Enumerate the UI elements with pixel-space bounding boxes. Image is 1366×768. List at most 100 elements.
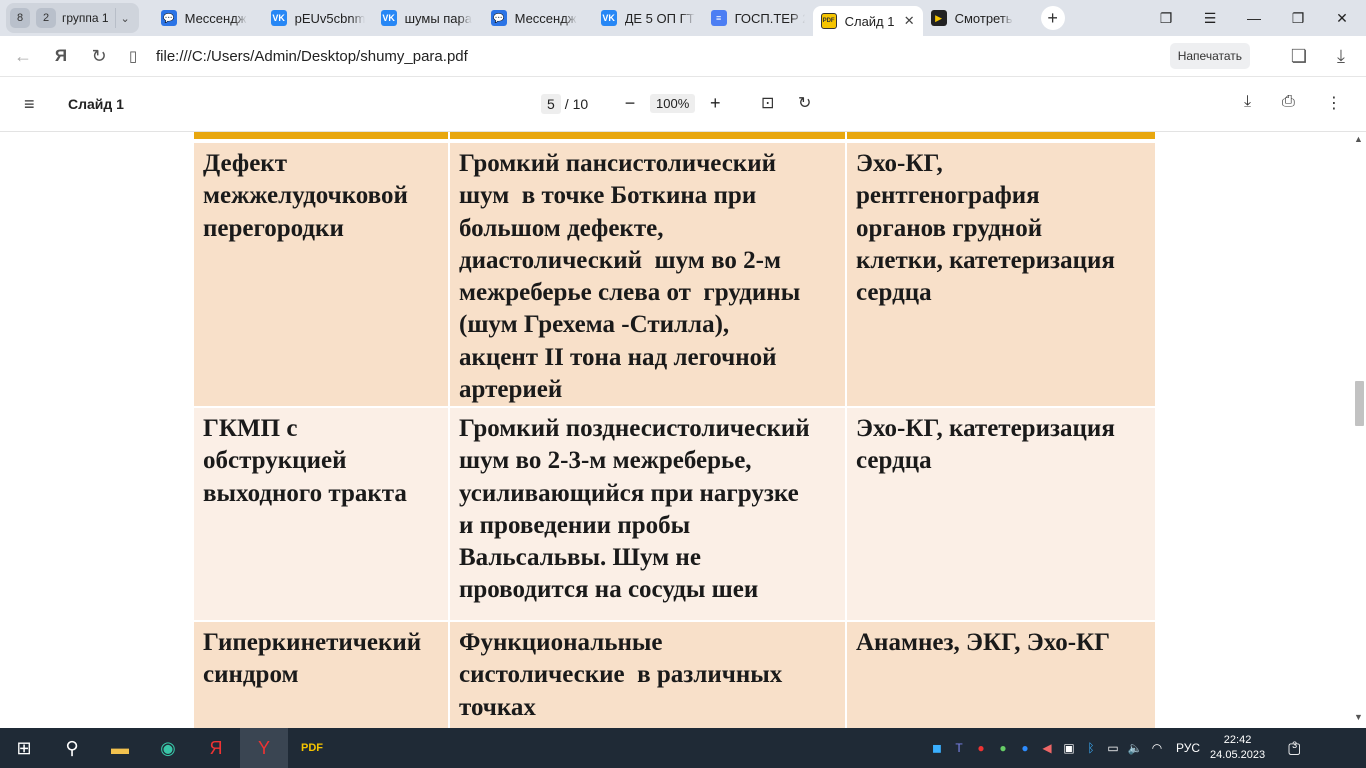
cell-text-line: органов грудной: [856, 214, 1043, 242]
table-cell-condition: Гиперкинетичекий синдром: [194, 622, 450, 728]
download-icon[interactable]: ⤓: [1326, 41, 1356, 71]
tab-title: Смотреть: [954, 10, 1013, 26]
torrent-icon[interactable]: ●: [993, 741, 1013, 755]
language-indicator[interactable]: РУС: [1176, 741, 1200, 755]
menu-icon[interactable]: ☰: [1188, 0, 1232, 36]
url-text[interactable]: file:///C:/Users/Admin/Desktop/shumy_par…: [156, 48, 468, 65]
cell-text-line: рентгенография: [856, 182, 1040, 210]
cell-text-line: Функциональные: [459, 629, 663, 656]
cell-text-line: Эхо-КГ,: [856, 150, 943, 177]
cell-text-line: проводится на сосуды шеи: [459, 576, 759, 604]
tab-messenger-2[interactable]: 💬 Мессендж: [483, 3, 593, 33]
edge-browser-icon[interactable]: ◉: [144, 728, 192, 768]
tab-video[interactable]: ▶ Смотреть: [923, 3, 1033, 33]
new-tab-button[interactable]: +: [1040, 6, 1065, 30]
file-icon: ▯: [128, 48, 138, 65]
pdf-app-icon[interactable]: PDF: [288, 728, 336, 768]
hamburger-menu-icon[interactable]: ≡: [24, 94, 35, 115]
yandex-logo-icon[interactable]: Я: [46, 41, 76, 71]
security-icon[interactable]: ▣: [1059, 741, 1079, 755]
vk-icon: VK: [270, 10, 287, 26]
rotate-icon[interactable]: ↻: [798, 93, 811, 113]
tab-docs[interactable]: ≡ ГОСП.ТЕР 2: [703, 3, 813, 33]
pdf-viewer[interactable]: Дефект межжелудочковой перегородки Громкий…: [0, 132, 1366, 728]
clock-time: 22:42: [1223, 734, 1252, 746]
tab-title: ДЕ 5 ОП ГТ: [624, 10, 695, 26]
zoom-out-button[interactable]: −: [620, 93, 640, 114]
tab-title: Слайд 1: [844, 13, 895, 29]
cell-text-line: большом дефекте,: [459, 214, 664, 242]
zoom-app-icon[interactable]: ●: [1015, 741, 1035, 755]
pdf-icon: PDF: [820, 13, 837, 29]
scroll-thumb[interactable]: [1355, 381, 1364, 426]
tab-title: pEUv5cbnm: [294, 10, 365, 26]
page-number-input[interactable]: 5: [541, 94, 561, 114]
tray-app-icon[interactable]: ◼: [927, 741, 947, 755]
page-indicator: 5 / 10: [541, 94, 588, 114]
collections-icon[interactable]: ❏: [1284, 41, 1314, 71]
close-tab-icon[interactable]: ✕: [904, 13, 915, 29]
print-button[interactable]: Напечатать: [1169, 43, 1250, 69]
tab-vk-3[interactable]: VK ДЕ 5 ОП ГТ: [593, 3, 703, 33]
download-pdf-icon[interactable]: ⤓: [1244, 93, 1251, 111]
scroll-up-arrow-icon[interactable]: ▲: [1354, 134, 1363, 144]
tab-vk-2[interactable]: VK шумы пара: [373, 3, 483, 33]
minimize-button[interactable]: —: [1232, 0, 1276, 36]
cell-text-line: диастолический шум во 2-м: [459, 246, 781, 274]
windows-taskbar: ⊞ ⚲ ▬ ◉ Я Y PDF ◼ T ● ● ● ◀ ▣ ᛒ ▭ 🔈 ◠ РУ…: [0, 728, 1366, 768]
back-arrow-icon[interactable]: ←: [8, 41, 38, 71]
restore-button[interactable]: ❐: [1276, 0, 1320, 36]
search-icon[interactable]: ⚲: [48, 728, 96, 768]
cell-text-line: (шум Грехема -Стилла),: [459, 311, 730, 339]
group-number-badge: 2: [36, 8, 56, 28]
yandex-tray-icon[interactable]: ●: [971, 741, 991, 755]
address-bar: ← Я ↻ ▯ file:///C:/Users/Admin/Desktop/s…: [0, 36, 1366, 77]
volume-icon[interactable]: 🔈: [1125, 741, 1145, 755]
cell-text-line: межжелудочковой: [203, 182, 408, 210]
battery-icon[interactable]: ▭: [1103, 741, 1123, 755]
alert-icon[interactable]: ◀: [1037, 741, 1057, 755]
cell-text-line: Дефект: [203, 150, 287, 177]
cell-text-line: Гиперкинетичекий: [203, 629, 422, 656]
tab-title: Мессендж: [514, 10, 577, 26]
tab-group[interactable]: 8 2 группа 1 ⌄: [6, 3, 139, 33]
page-total: / 10: [564, 96, 589, 112]
cell-text-line: Громкий позднесистолический: [459, 415, 810, 442]
table-cell-condition: ГКМП с обструкцией выходного тракта: [194, 408, 450, 622]
yandex-app-icon[interactable]: Я: [192, 728, 240, 768]
windows-start-icon[interactable]: ⊞: [0, 728, 48, 768]
table-cell-diagnostics: Эхо-КГ, рентгенография органов грудной клет…: [847, 143, 1155, 408]
tabs-manager-icon[interactable]: ❐: [1144, 0, 1188, 36]
cell-text-line: сердца: [856, 447, 932, 475]
notifications-icon[interactable]: ▢ 3: [1287, 739, 1301, 757]
zoom-level[interactable]: 100%: [650, 94, 696, 113]
table-cell-condition: Дефект межжелудочковой перегородки: [194, 143, 450, 408]
more-options-icon[interactable]: ⋮: [1326, 93, 1342, 113]
chevron-down-icon[interactable]: ⌄: [114, 8, 135, 28]
close-window-button[interactable]: ✕: [1320, 0, 1364, 36]
yandex-browser-icon[interactable]: Y: [240, 728, 288, 768]
scroll-down-arrow-icon[interactable]: ▼: [1354, 712, 1363, 722]
messenger-icon: 💬: [490, 10, 507, 26]
tab-messenger-1[interactable]: 💬 Мессендж: [153, 3, 263, 33]
tab-title: ГОСП.ТЕР 2: [734, 10, 805, 26]
tab-pdf-active[interactable]: PDF Слайд 1 ✕: [812, 6, 923, 36]
vertical-scrollbar[interactable]: ▲ ▼: [1352, 132, 1366, 728]
clock[interactable]: 22:42 24.05.2023: [1210, 733, 1265, 763]
vk-icon: VK: [380, 10, 397, 26]
zoom-in-button[interactable]: +: [705, 93, 725, 114]
cell-text-line: Эхо-КГ, катетеризация: [856, 415, 1115, 442]
teams-icon[interactable]: T: [949, 741, 969, 755]
print-icon[interactable]: ⎙: [1282, 93, 1295, 111]
file-explorer-icon[interactable]: ▬: [96, 728, 144, 768]
wifi-icon[interactable]: ◠: [1147, 741, 1167, 755]
bluetooth-icon[interactable]: ᛒ: [1081, 741, 1101, 755]
fit-page-icon[interactable]: ⊡: [761, 93, 774, 113]
cell-text-line: синдром: [203, 661, 299, 689]
tab-count-badge[interactable]: 8: [10, 8, 30, 28]
tab-title: шумы пара: [404, 10, 472, 26]
tab-group-label: группа 1: [62, 11, 109, 25]
table-cell-diagnostics: Анамнез, ЭКГ, Эхо-КГ: [847, 622, 1155, 728]
reload-icon[interactable]: ↻: [84, 41, 114, 71]
tab-vk-1[interactable]: VK pEUv5cbnm: [263, 3, 373, 33]
